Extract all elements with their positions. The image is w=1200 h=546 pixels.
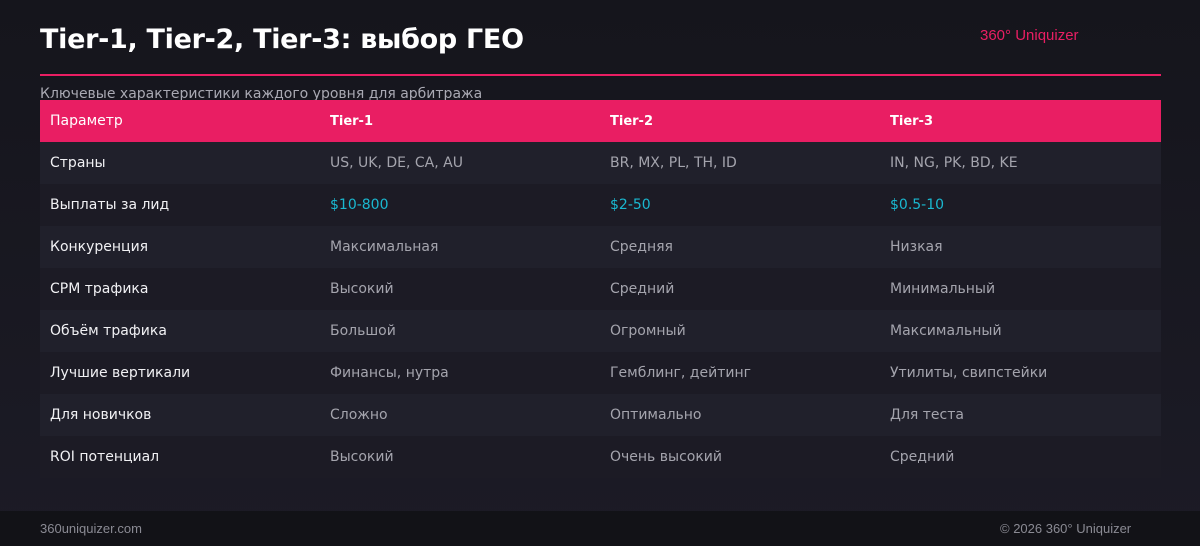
tier-2-cell: Оптимально — [600, 394, 880, 436]
tier-1-cell: Максимальная — [320, 226, 600, 268]
column-header-tier-3: Tier-3 — [880, 100, 1161, 142]
table-row: Выплаты за лид $10-800 $2-50 $0.5-10 — [40, 184, 1161, 226]
header-divider — [40, 74, 1161, 76]
table-row: Для новичков Сложно Оптимально Для теста — [40, 394, 1161, 436]
table-row: Лучшие вертикали Финансы, нутра Гемблинг… — [40, 352, 1161, 394]
footer-copyright: © 2026 360° Uniquizer — [1000, 521, 1132, 536]
footer: 360uniquizer.com © 2026 360° Uniquizer — [0, 511, 1200, 546]
tier-1-cell: $10-800 — [320, 184, 600, 226]
row-parameter: Конкуренция — [40, 226, 320, 268]
tier-2-cell: Огромный — [600, 310, 880, 352]
table-row: ROI потенциал Высокий Очень высокий Сред… — [40, 436, 1161, 478]
tier-3-cell: Для теста — [880, 394, 1161, 436]
tier-1-cell: Сложно — [320, 394, 600, 436]
tier-1-cell: Финансы, нутра — [320, 352, 600, 394]
table-row: Страны US, UK, DE, CA, AU BR, MX, PL, TH… — [40, 142, 1161, 184]
tier-2-cell: Средний — [600, 268, 880, 310]
table-row: Объём трафика Большой Огромный Максималь… — [40, 310, 1161, 352]
tier-2-cell: Средняя — [600, 226, 880, 268]
tier-3-cell: $0.5-10 — [880, 184, 1161, 226]
footer-site-link[interactable]: 360uniquizer.com — [40, 521, 142, 536]
row-parameter: Выплаты за лид — [40, 184, 320, 226]
page: Tier-1, Tier-2, Tier-3: выбор ГЕО 360° U… — [0, 0, 1200, 546]
row-parameter: Страны — [40, 142, 320, 184]
tier-1-cell: US, UK, DE, CA, AU — [320, 142, 600, 184]
tier-1-cell: Высокий — [320, 436, 600, 478]
row-parameter: Для новичков — [40, 394, 320, 436]
tier-comparison-table: Параметр Tier-1 Tier-2 Tier-3 Страны US,… — [40, 100, 1161, 478]
tier-3-cell: Утилиты, свипстейки — [880, 352, 1161, 394]
tier-2-cell: Очень высокий — [600, 436, 880, 478]
tier-3-cell: Низкая — [880, 226, 1161, 268]
tier-1-cell: Большой — [320, 310, 600, 352]
tier-3-cell: Минимальный — [880, 268, 1161, 310]
tier-2-cell: BR, MX, PL, TH, ID — [600, 142, 880, 184]
tier-1-cell: Высокий — [320, 268, 600, 310]
tier-3-cell: IN, NG, PK, BD, KE — [880, 142, 1161, 184]
table-row: Конкуренция Максимальная Средняя Низкая — [40, 226, 1161, 268]
tier-3-cell: Средний — [880, 436, 1161, 478]
column-header-tier-1: Tier-1 — [320, 100, 600, 142]
table-header-row: Параметр Tier-1 Tier-2 Tier-3 — [40, 100, 1161, 142]
column-header-tier-2: Tier-2 — [600, 100, 880, 142]
brand-label: 360° Uniquizer — [980, 27, 1079, 44]
page-title: Tier-1, Tier-2, Tier-3: выбор ГЕО — [40, 24, 524, 55]
column-header-parameter: Параметр — [40, 100, 320, 142]
tier-2-cell: Гемблинг, дейтинг — [600, 352, 880, 394]
tier-2-cell: $2-50 — [600, 184, 880, 226]
row-parameter: Объём трафика — [40, 310, 320, 352]
table-row: CPM трафика Высокий Средний Минимальный — [40, 268, 1161, 310]
page-subtitle: Ключевые характеристики каждого уровня д… — [40, 86, 483, 100]
row-parameter: Лучшие вертикали — [40, 352, 320, 394]
row-parameter: ROI потенциал — [40, 436, 320, 478]
row-parameter: CPM трафика — [40, 268, 320, 310]
tier-3-cell: Максимальный — [880, 310, 1161, 352]
